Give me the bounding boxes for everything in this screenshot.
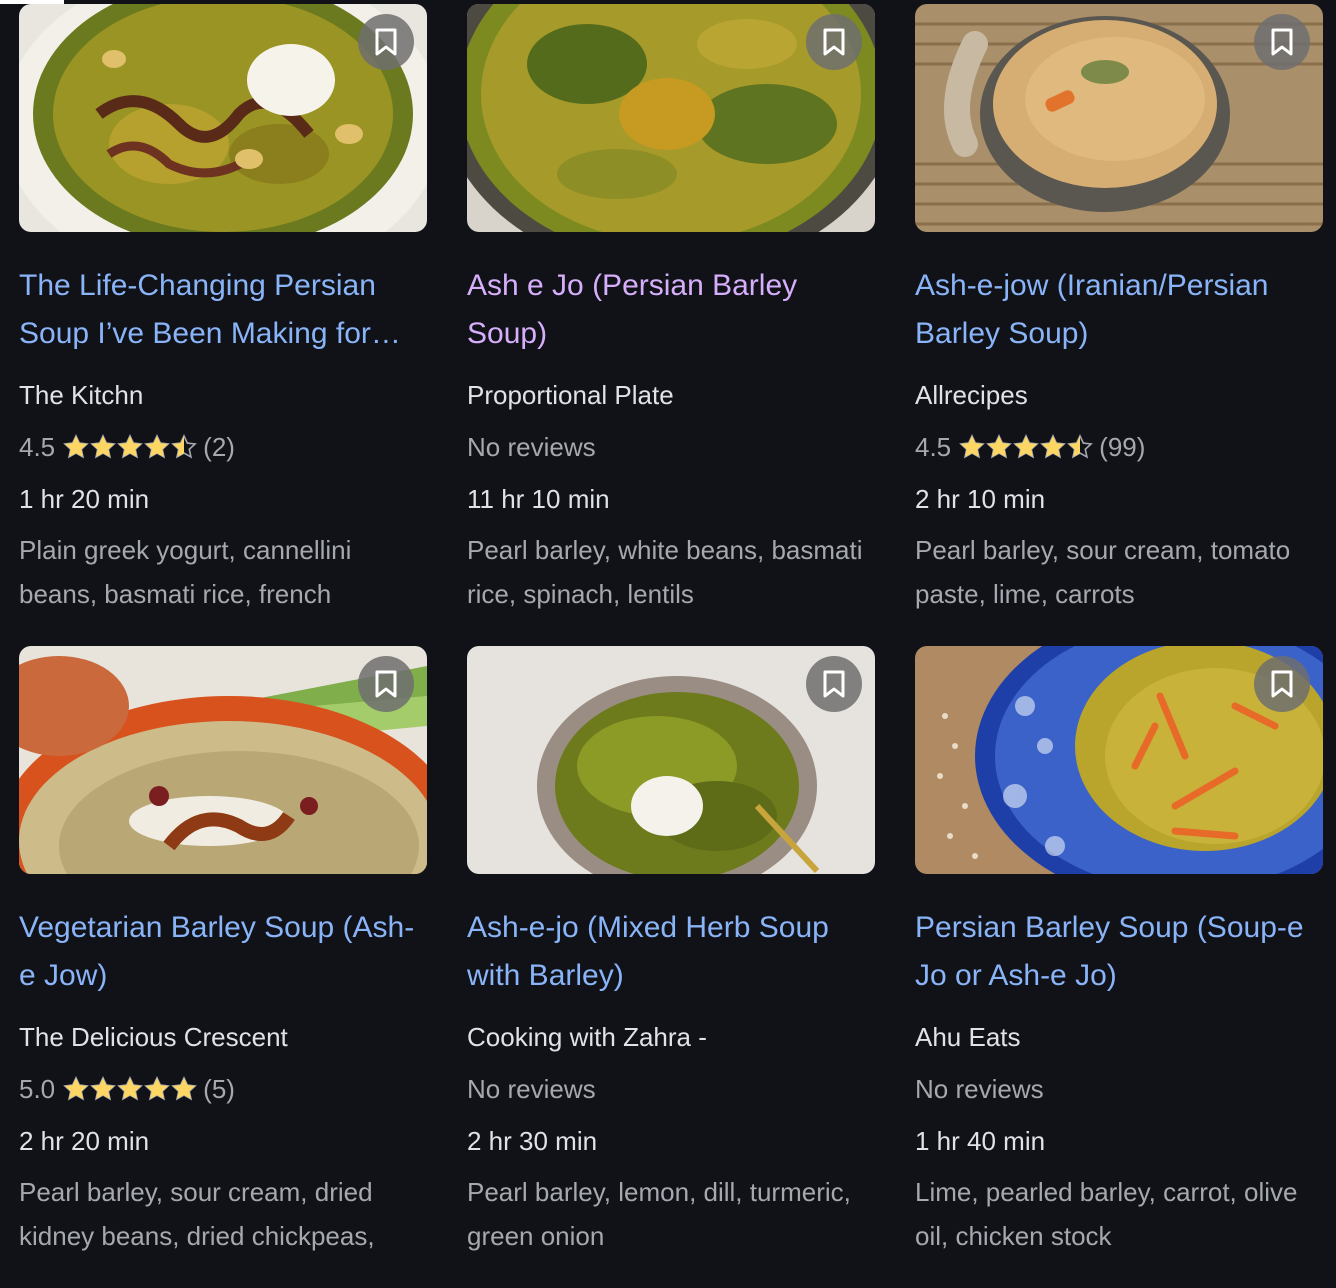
star-icon [144,434,171,459]
bookmark-icon [375,670,397,698]
star-icon [1067,434,1094,459]
recipe-title[interactable]: Ash-e-jo (Mixed Herb Soup with Barley) [467,904,875,1000]
recipe-thumbnail[interactable] [467,4,875,232]
star-icon [144,1076,171,1101]
star-icon [63,434,90,459]
recipe-card[interactable]: Ash-e-jow (Iranian/Persian Barley Soup) … [915,4,1323,646]
recipe-title[interactable]: Vegetarian Barley Soup (Ash-e Jow) [19,904,427,1000]
recipe-source: The Kitchn [19,380,144,410]
star-icon [959,434,986,459]
recipe-card[interactable]: Vegetarian Barley Soup (Ash-e Jow) The D… [19,646,427,1288]
recipe-title[interactable]: Ash-e-jow (Iranian/Persian Barley Soup) [915,262,1323,358]
recipe-card[interactable]: Ash e Jo (Persian Barley Soup) Proportio… [467,4,875,646]
save-button[interactable] [358,14,414,70]
star-icon [171,434,198,459]
recipe-card[interactable]: The Life-Changing Persian Soup I’ve Been… [19,4,427,646]
recipe-thumbnail[interactable] [915,646,1323,874]
cook-time: 2 hr 20 min [19,1126,150,1156]
recipe-title[interactable]: The Life-Changing Persian Soup I’ve Been… [19,262,427,358]
recipe-rating: No reviews [467,432,875,462]
recipe-title[interactable]: Persian Barley Soup (Soup-e Jo or Ash-e … [915,904,1323,1000]
no-reviews-label: No reviews [467,1074,596,1104]
recipe-thumbnail[interactable] [19,646,427,874]
star-icon [117,1076,144,1101]
star-icon [986,434,1013,459]
ingredients-list: Plain greek yogurt, cannellini beans, ba… [19,535,352,609]
no-reviews-label: No reviews [467,432,596,462]
star-icon [117,434,144,459]
star-icon [1013,434,1040,459]
cook-time: 2 hr 30 min [467,1126,598,1156]
review-count: (2) [203,432,235,462]
recipe-rating: No reviews [915,1074,1323,1104]
ingredients-list: Pearl barley, sour cream, dried kidney b… [19,1177,375,1251]
recipe-grid: The Life-Changing Persian Soup I’ve Been… [19,4,1323,1288]
ingredients-list: Pearl barley, white beans, basmati rice,… [467,535,863,609]
rating-value: 4.5 [915,432,952,462]
recipe-title[interactable]: Ash e Jo (Persian Barley Soup) [467,262,875,358]
save-button[interactable] [1254,656,1310,712]
bookmark-icon [1271,28,1293,56]
cook-time: 1 hr 40 min [915,1126,1046,1156]
recipe-card[interactable]: Persian Barley Soup (Soup-e Jo or Ash-e … [915,646,1323,1288]
ingredients-list: Lime, pearled barley, carrot, olive oil,… [915,1177,1298,1251]
review-count: (5) [203,1074,235,1104]
recipe-card[interactable]: Ash-e-jo (Mixed Herb Soup with Barley) C… [467,646,875,1288]
recipe-source: Cooking with Zahra - [467,1022,707,1052]
cook-time: 11 hr 10 min [467,484,610,514]
no-reviews-label: No reviews [915,1074,1044,1104]
rating-value: 4.5 [19,432,56,462]
recipe-thumbnail[interactable] [467,646,875,874]
rating-value: 5.0 [19,1074,56,1104]
star-icon [90,1076,117,1101]
ingredients-list: Pearl barley, lemon, dill, turmeric, gre… [467,1177,851,1251]
recipe-source: Allrecipes [915,380,1028,410]
rating-stars [959,434,1094,460]
star-icon [1040,434,1067,459]
recipe-source: Ahu Eats [915,1022,1021,1052]
recipe-thumbnail[interactable] [19,4,427,232]
recipe-rating: 4.5 (2) [19,432,427,462]
save-button[interactable] [806,656,862,712]
bookmark-icon [823,670,845,698]
review-count: (99) [1099,432,1146,462]
cook-time: 2 hr 10 min [915,484,1046,514]
rating-stars [63,434,198,460]
recipe-thumbnail[interactable] [915,4,1323,232]
recipe-rating: 4.5 (99) [915,432,1323,462]
save-button[interactable] [1254,14,1310,70]
cook-time: 1 hr 20 min [19,484,150,514]
rating-stars [63,1076,198,1102]
bookmark-icon [375,28,397,56]
recipe-source: The Delicious Crescent [19,1022,288,1052]
bookmark-icon [823,28,845,56]
bookmark-icon [1271,670,1293,698]
ingredients-list: Pearl barley, sour cream, tomato paste, … [915,535,1291,609]
recipe-rating: 5.0 (5) [19,1074,427,1104]
star-icon [63,1076,90,1101]
star-icon [90,434,117,459]
recipe-source: Proportional Plate [467,380,674,410]
star-icon [171,1076,198,1101]
save-button[interactable] [806,14,862,70]
save-button[interactable] [358,656,414,712]
recipe-rating: No reviews [467,1074,875,1104]
